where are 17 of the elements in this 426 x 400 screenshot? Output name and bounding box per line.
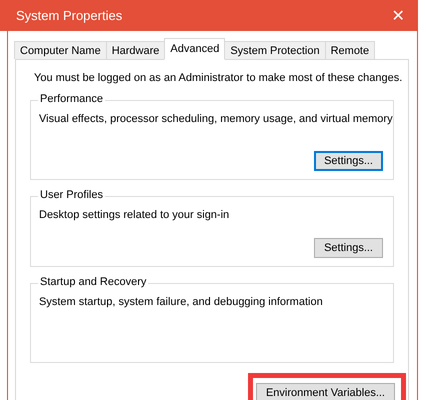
close-button[interactable]: ✕ <box>383 6 413 26</box>
tab[interactable]: Computer Name <box>14 41 107 59</box>
tab[interactable]: Advanced <box>164 38 226 60</box>
settings-button[interactable]: Settings... <box>314 238 383 258</box>
window-title: System Properties <box>16 8 122 23</box>
environment-variables-button[interactable]: Environment Variables... <box>256 383 395 400</box>
tab[interactable]: Remote <box>324 41 376 59</box>
group-description: Desktop settings related to your sign-in <box>39 209 230 221</box>
settings-button[interactable]: Settings... <box>314 151 383 171</box>
group-description: Visual effects, processor scheduling, memory usage, and virtual memory <box>39 113 393 125</box>
notice-text: You must be logged on as an Administrator to make most of these changes. <box>34 72 402 84</box>
tab[interactable]: Hardware <box>106 41 166 59</box>
group-title: User Profiles <box>38 189 105 201</box>
group-description: System startup, system failure, and debugging information <box>39 296 323 308</box>
group-title: Startup and Recovery <box>38 276 148 288</box>
tab[interactable]: System Protection <box>224 41 326 59</box>
group-title: Performance <box>38 93 105 105</box>
